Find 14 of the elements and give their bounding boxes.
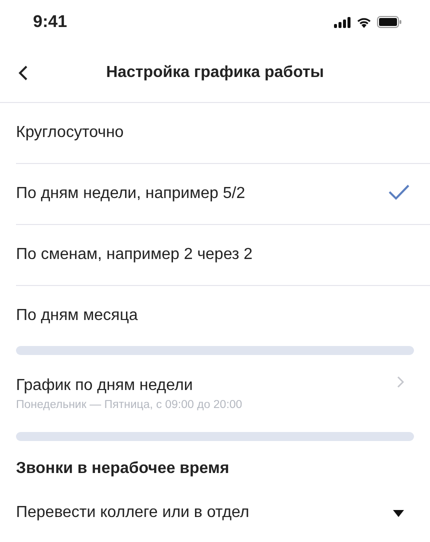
- section-heading: Звонки в нерабочее время: [16, 459, 230, 479]
- wifi-icon: [356, 16, 372, 28]
- status-time: 9:41: [33, 12, 68, 32]
- schedule-option[interactable]: По сменам, например 2 через 2: [16, 225, 430, 286]
- chevron-right-icon: [397, 376, 404, 388]
- schedule-option[interactable]: Круглосуточно: [16, 103, 430, 164]
- signal-icon: [334, 16, 351, 28]
- schedule-link[interactable]: График по дням недели Понедельник — Пятница, с 09:00 до 20:00: [16, 376, 242, 410]
- dropdown-arrow-icon: [393, 510, 404, 516]
- forward-dropdown[interactable]: Перевести коллеге или в отдел: [16, 483, 414, 542]
- schedule-option[interactable]: По дням месяца: [16, 286, 430, 346]
- screen-title: Настройка графика работы: [106, 64, 324, 81]
- schedule-option[interactable]: По дням недели, например 5/2: [16, 164, 430, 225]
- battery-icon: [377, 16, 402, 28]
